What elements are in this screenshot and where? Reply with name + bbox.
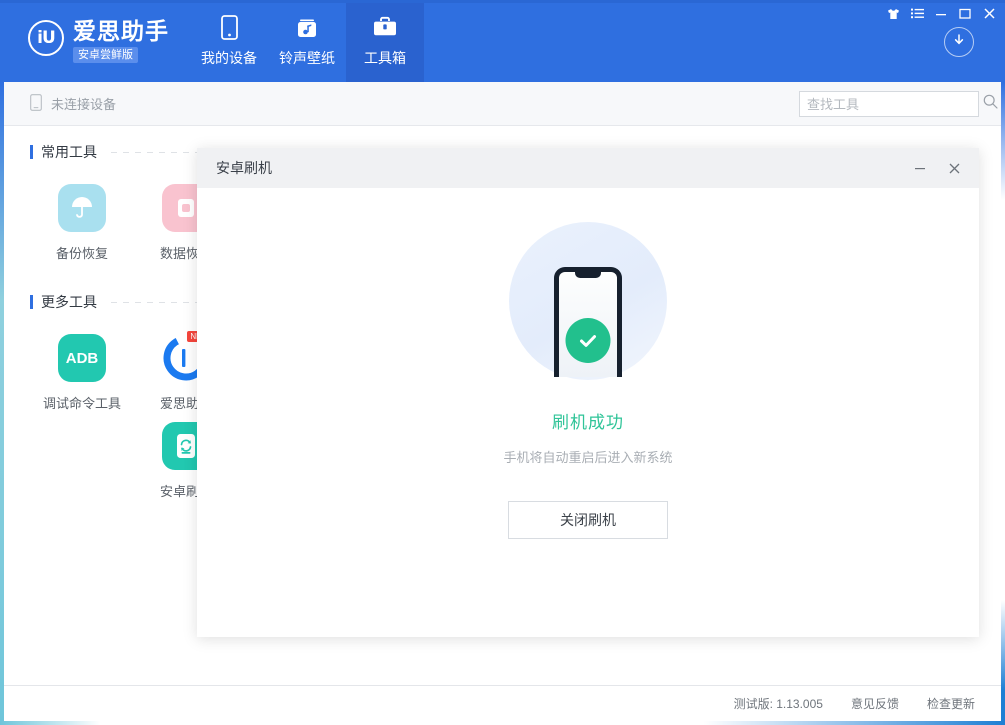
minimize-icon[interactable] bbox=[929, 4, 953, 23]
dialog-minimize-icon[interactable] bbox=[903, 148, 937, 188]
section-accent-bar bbox=[30, 295, 33, 309]
success-subtitle: 手机将自动重启后进入新系统 bbox=[503, 450, 673, 465]
logo-badge: 安卓尝鲜版 bbox=[73, 47, 138, 63]
search-input[interactable] bbox=[807, 96, 983, 112]
phone-success-icon bbox=[509, 222, 667, 380]
app-header: iU 爱思助手 安卓尝鲜版 我的设备 铃声壁纸 工具箱 bbox=[0, 0, 1005, 82]
adb-icon-text: ADB bbox=[65, 349, 99, 367]
success-title: 刷机成功 bbox=[552, 413, 624, 432]
search-box[interactable] bbox=[799, 91, 998, 117]
logo-mark-icon: iU bbox=[28, 20, 64, 56]
skin-icon[interactable] bbox=[881, 4, 905, 23]
tool-label: 备份恢复 bbox=[55, 246, 108, 261]
toolbox-icon bbox=[372, 15, 398, 41]
app-footer: 测试版: 1.13.005 意见反馈 检查更新 bbox=[4, 685, 1001, 721]
tool-label: 调试命令工具 bbox=[42, 396, 121, 411]
search-icon[interactable] bbox=[983, 94, 998, 114]
music-icon bbox=[295, 15, 319, 41]
main-nav: 我的设备 铃声壁纸 工具箱 bbox=[190, 0, 424, 82]
device-search-bar: 未连接设备 bbox=[4, 82, 1001, 126]
window-border-right bbox=[1001, 0, 1005, 725]
dialog-title: 安卓刷机 bbox=[216, 160, 272, 176]
phone-outline-icon bbox=[30, 93, 42, 114]
section-title: 常用工具 bbox=[41, 144, 97, 160]
android-flash-dialog: 安卓刷机 刷机成功 手机将自动重启后进入新系统 关闭刷机 bbox=[197, 148, 979, 637]
application-window: iU 爱思助手 安卓尝鲜版 我的设备 铃声壁纸 工具箱 未连接设备 查找工具 常… bbox=[0, 0, 1005, 725]
umbrella-icon bbox=[58, 184, 106, 232]
nav-label: 铃声壁纸 bbox=[279, 49, 335, 66]
nav-item-toolbox[interactable]: 工具箱 bbox=[346, 0, 424, 82]
section-accent-bar bbox=[30, 145, 33, 159]
menu-icon[interactable] bbox=[905, 4, 929, 23]
nav-label: 工具箱 bbox=[364, 49, 406, 66]
device-status[interactable]: 未连接设备 bbox=[30, 93, 117, 114]
section-title: 更多工具 bbox=[41, 294, 97, 310]
dialog-body: 刷机成功 手机将自动重启后进入新系统 关闭刷机 bbox=[197, 188, 979, 637]
maximize-icon[interactable] bbox=[953, 4, 977, 23]
window-controls bbox=[881, 4, 1001, 23]
feedback-link[interactable]: 意见反馈 bbox=[851, 695, 899, 712]
window-border-top bbox=[0, 0, 1005, 3]
tool-adb-debug[interactable]: ADB 调试命令工具 bbox=[30, 334, 134, 500]
download-circle-icon bbox=[951, 32, 967, 53]
window-border-bottom bbox=[0, 721, 1005, 725]
logo-name: 爱思助手 bbox=[73, 18, 169, 44]
device-status-label: 未连接设备 bbox=[51, 97, 117, 112]
logo-mark-text: iU bbox=[37, 28, 56, 48]
dialog-title-bar: 安卓刷机 bbox=[197, 148, 979, 188]
window-border-left bbox=[0, 0, 4, 725]
nav-item-my-device[interactable]: 我的设备 bbox=[190, 0, 268, 82]
download-button[interactable] bbox=[944, 27, 974, 57]
nav-label: 我的设备 bbox=[201, 49, 257, 66]
app-logo: iU 爱思助手 安卓尝鲜版 bbox=[28, 18, 169, 63]
close-flash-button[interactable]: 关闭刷机 bbox=[508, 501, 668, 539]
version-label: 测试版: 1.13.005 bbox=[733, 697, 823, 711]
adb-icon: ADB bbox=[58, 334, 106, 382]
close-icon[interactable] bbox=[977, 4, 1001, 23]
nav-item-ringtone-wallpaper[interactable]: 铃声壁纸 bbox=[268, 0, 346, 82]
phone-icon bbox=[220, 15, 238, 41]
check-update-link[interactable]: 检查更新 bbox=[927, 695, 975, 712]
success-check-icon bbox=[565, 318, 611, 363]
phone-illustration bbox=[554, 267, 622, 377]
tool-backup-restore[interactable]: 备份恢复 bbox=[30, 184, 134, 262]
phone-notch bbox=[575, 272, 601, 278]
dialog-close-icon[interactable] bbox=[937, 148, 971, 188]
